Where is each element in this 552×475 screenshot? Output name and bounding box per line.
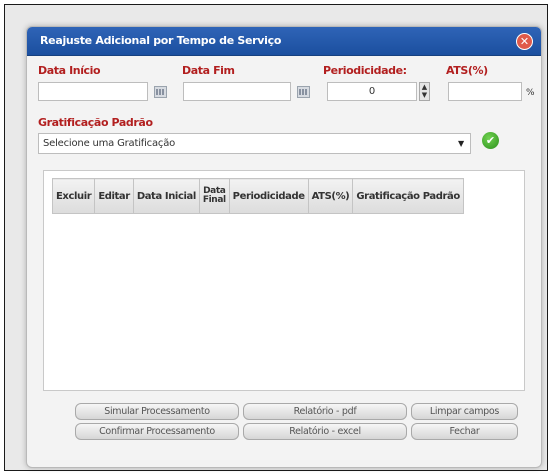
gratificacao-label: Gratificação Padrão	[38, 116, 153, 129]
spinner-icon[interactable]: ▲ ▼	[419, 82, 430, 101]
simular-processamento-button[interactable]: Simular Processamento	[75, 403, 239, 420]
data-inicio-label: Data Início	[38, 64, 101, 77]
relatorio-excel-button[interactable]: Relatório - excel	[243, 423, 407, 440]
results-table: Excluir Editar Data Inicial Data Final P…	[51, 178, 464, 214]
calendar-icon[interactable]	[297, 86, 310, 98]
table-header-row: Excluir Editar Data Inicial Data Final P…	[51, 178, 464, 214]
column-header-data-inicial[interactable]: Data Inicial	[132, 178, 200, 214]
column-header-gratificacao[interactable]: Gratificação Padrão	[352, 178, 464, 214]
column-header-periodicidade[interactable]: Periodicidade	[228, 178, 309, 214]
percent-unit: %	[526, 88, 535, 98]
window-frame: Reajuste Adicional por Tempo de Serviço …	[4, 4, 548, 471]
gratificacao-select[interactable]: Selecione uma Gratificação ▼	[38, 133, 471, 154]
data-fim-label: Data Fim	[182, 64, 235, 77]
column-header-editar[interactable]: Editar	[94, 178, 134, 214]
data-inicio-input[interactable]	[38, 82, 148, 101]
periodicidade-input[interactable]: 0	[327, 82, 417, 101]
calendar-icon[interactable]	[154, 86, 167, 98]
data-fim-input[interactable]	[183, 82, 291, 101]
ats-label: ATS(%)	[446, 64, 488, 77]
periodicidade-label: Periodicidade:	[323, 64, 407, 77]
fechar-button[interactable]: Fechar	[411, 423, 518, 440]
close-icon[interactable]: ✕	[516, 33, 533, 50]
column-header-excluir[interactable]: Excluir	[51, 178, 96, 214]
check-circle-icon[interactable]: ✔	[482, 132, 499, 149]
reajuste-dialog: Reajuste Adicional por Tempo de Serviço …	[26, 26, 542, 468]
confirmar-processamento-button[interactable]: Confirmar Processamento	[75, 423, 239, 440]
relatorio-pdf-button[interactable]: Relatório - pdf	[243, 403, 407, 420]
limpar-campos-button[interactable]: Limpar campos	[411, 403, 518, 420]
column-header-ats[interactable]: ATS(%)	[307, 178, 354, 214]
chevron-down-icon[interactable]: ▼	[458, 134, 464, 153]
gratificacao-selected-value: Selecione uma Gratificação	[43, 138, 176, 149]
dialog-title: Reajuste Adicional por Tempo de Serviço	[40, 34, 282, 47]
ats-input[interactable]	[448, 82, 522, 101]
results-grid: Excluir Editar Data Inicial Data Final P…	[43, 170, 525, 391]
dialog-titlebar[interactable]: Reajuste Adicional por Tempo de Serviço …	[27, 27, 541, 56]
column-header-data-final[interactable]: Data Final	[198, 178, 230, 214]
